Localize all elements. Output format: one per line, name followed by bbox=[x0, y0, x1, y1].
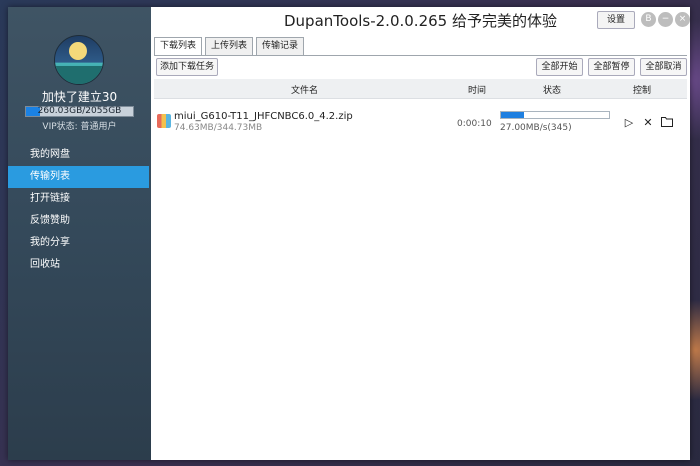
download-speed: 27.00MB/s(345) bbox=[500, 123, 572, 133]
tab-upload-list[interactable]: 上传列表 bbox=[205, 37, 254, 56]
sidebar-nav: 我的网盘 传输列表 打开链接 反馈赞助 我的分享 回收站 bbox=[8, 144, 151, 276]
quota-text: 260.03GB/2055GB bbox=[37, 106, 122, 116]
pause-all-button[interactable]: 全部暂停 bbox=[588, 58, 635, 76]
zip-file-icon bbox=[157, 114, 171, 128]
sidebar-item-my-share[interactable]: 我的分享 bbox=[8, 232, 151, 254]
elapsed-time: 0:00:10 bbox=[457, 119, 492, 129]
tab-download-list[interactable]: 下载列表 bbox=[154, 37, 203, 56]
quota-bar: 260.03GB/2055GB bbox=[25, 106, 134, 117]
username: 加快了建立30 bbox=[41, 90, 118, 104]
play-icon[interactable]: ▷ bbox=[622, 116, 636, 130]
skin-icon[interactable]: B bbox=[641, 12, 656, 27]
tab-transfer-history[interactable]: 传输记录 bbox=[256, 37, 305, 56]
sidebar-item-label: 我的网盘 bbox=[30, 149, 70, 160]
cancel-all-button[interactable]: 全部取消 bbox=[640, 58, 687, 76]
sidebar: 加快了建立30 260.03GB/2055GB VIP状态: 普通用户 我的网盘… bbox=[8, 7, 151, 460]
download-progress-bar bbox=[500, 111, 610, 119]
sidebar-item-recycle-bin[interactable]: 回收站 bbox=[8, 254, 151, 276]
sidebar-item-label: 打开链接 bbox=[30, 193, 70, 204]
sidebar-item-open-link[interactable]: 打开链接 bbox=[8, 188, 151, 210]
sidebar-item-label: 回收站 bbox=[30, 259, 60, 270]
header-status: 状态 bbox=[543, 86, 562, 96]
header-time: 时间 bbox=[468, 86, 487, 96]
folder-icon[interactable] bbox=[660, 116, 674, 130]
sidebar-item-label: 传输列表 bbox=[30, 171, 70, 182]
sidebar-item-label: 反馈赞助 bbox=[30, 215, 70, 226]
download-progress-fill bbox=[501, 112, 525, 118]
sidebar-item-label: 我的分享 bbox=[30, 237, 70, 248]
main-panel: DupanTools-2.0.0.265 给予完美的体验 设置 B − × 下载… bbox=[151, 7, 690, 460]
header-control: 控制 bbox=[633, 86, 652, 96]
file-size: 74.63MB/344.73MB bbox=[174, 123, 263, 133]
table-row[interactable]: miui_G610-T11_JHFCNBC6.0_4.2.zip 74.63MB… bbox=[154, 110, 687, 140]
file-name: miui_G610-T11_JHFCNBC6.0_4.2.zip bbox=[174, 111, 353, 122]
settings-button[interactable]: 设置 bbox=[597, 11, 635, 29]
start-all-button[interactable]: 全部开始 bbox=[536, 58, 583, 76]
tab-divider bbox=[154, 55, 687, 56]
header-filename: 文件名 bbox=[291, 86, 319, 96]
sidebar-item-feedback[interactable]: 反馈赞助 bbox=[8, 210, 151, 232]
avatar[interactable] bbox=[54, 35, 104, 85]
table-header: 文件名 时间 状态 控制 bbox=[154, 79, 687, 99]
title-bar[interactable]: DupanTools-2.0.0.265 给予完美的体验 设置 B − × bbox=[151, 7, 690, 33]
avatar-land bbox=[55, 66, 103, 84]
tab-bar: 下载列表 上传列表 传输记录 bbox=[154, 37, 307, 56]
close-icon[interactable]: ✕ bbox=[641, 116, 655, 130]
avatar-sun bbox=[69, 42, 87, 60]
add-download-button[interactable]: 添加下载任务 bbox=[156, 58, 218, 76]
vip-status: VIP状态: 普通用户 bbox=[42, 122, 117, 132]
close-window-icon[interactable]: × bbox=[675, 12, 690, 27]
sidebar-item-transfer-list[interactable]: 传输列表 bbox=[8, 166, 149, 188]
scrollbar[interactable] bbox=[687, 79, 690, 459]
minimize-icon[interactable]: − bbox=[658, 12, 673, 27]
app-window: 加快了建立30 260.03GB/2055GB VIP状态: 普通用户 我的网盘… bbox=[8, 7, 690, 460]
sidebar-item-my-disk[interactable]: 我的网盘 bbox=[8, 144, 151, 166]
